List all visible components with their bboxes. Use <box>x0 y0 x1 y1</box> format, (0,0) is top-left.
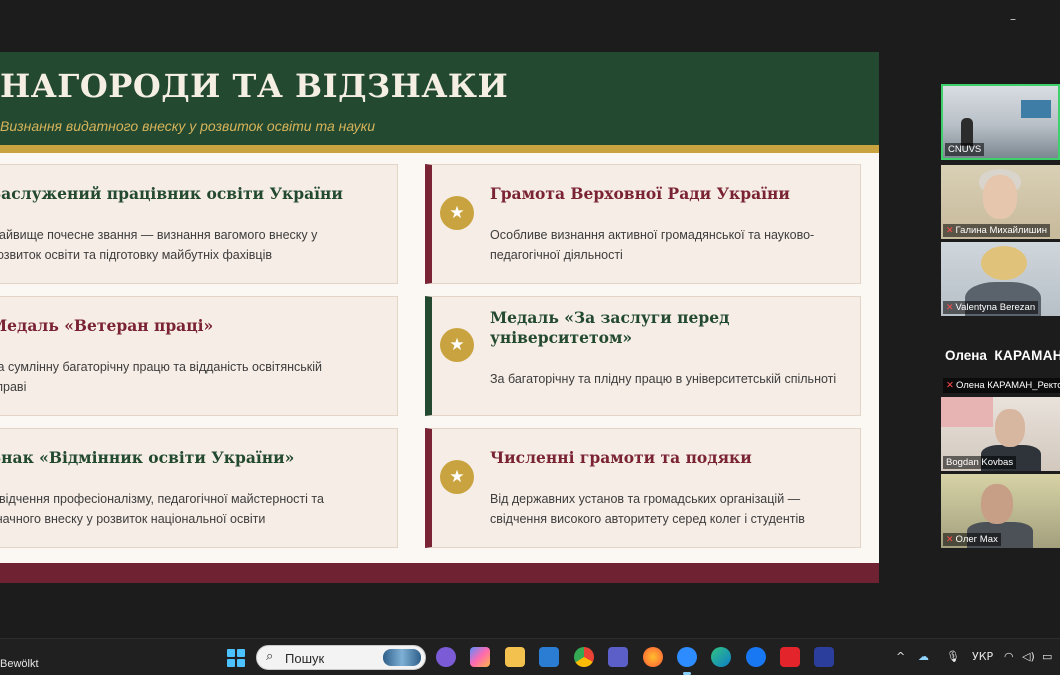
participant-name: ✕ Галина Михайлишин <box>943 224 1050 237</box>
participant-tile-valentyna[interactable]: ✕ Valentyna Berezan <box>941 242 1060 316</box>
award-card-diplomas: ★ Численні грамоти та подяки Від державн… <box>425 428 861 548</box>
onedrive-icon[interactable]: ☁ <box>918 650 929 663</box>
chrome-icon[interactable] <box>574 647 594 667</box>
video-thumbnail <box>981 246 1027 280</box>
speaker-name: Олена КАРАМАН <box>945 348 1060 363</box>
microphone-icon[interactable]: 🎙 <box>946 650 960 663</box>
meeting-app-icon[interactable] <box>814 647 834 667</box>
volume-icon[interactable]: ◁) <box>1022 650 1035 663</box>
participant-name: CNUVS <box>945 143 985 156</box>
star-icon: ★ <box>440 460 474 494</box>
word-icon[interactable] <box>539 647 559 667</box>
star-icon: ★ <box>440 196 474 230</box>
battery-icon[interactable]: ▭ <box>1042 650 1052 663</box>
mic-muted-icon: ✕ <box>946 302 954 312</box>
gold-divider <box>0 145 879 153</box>
edge-icon[interactable] <box>711 647 731 667</box>
mic-muted-icon: ✕ <box>946 225 954 235</box>
award-title: Грамота Верховної Ради України <box>490 184 790 203</box>
video-thumbnail <box>995 409 1025 447</box>
windows-start-icon[interactable] <box>227 649 245 667</box>
video-thumbnail <box>941 397 993 427</box>
award-description: Особливе визнання активної громадянської… <box>490 228 815 262</box>
video-thumbnail <box>981 484 1013 524</box>
search-icon: ⌕ <box>266 649 274 664</box>
participant-tile-oleh[interactable]: ✕ Олег Мах <box>941 474 1060 548</box>
minimize-icon[interactable]: – <box>1010 12 1016 26</box>
zoom-icon[interactable] <box>677 647 697 667</box>
award-title: Медаль «За заслуги перед університетом» <box>490 308 730 347</box>
shared-slide: НАГОРОДИ ТА ВІДЗНАКИ Визнання видатного … <box>0 52 879 583</box>
award-title: Медаль «Ветеран праці» <box>0 316 214 335</box>
mic-muted-icon: ✕ <box>946 380 954 391</box>
teams-icon[interactable] <box>608 647 628 667</box>
participant-tile-speaker[interactable]: ✕ Олена КАРАМАН_Ректор <box>943 378 1060 393</box>
viber-icon[interactable] <box>436 647 456 667</box>
wps-office-icon[interactable] <box>780 647 800 667</box>
video-thumbnail <box>983 175 1017 219</box>
award-title: Заслужений працівник освіти України <box>0 184 343 203</box>
award-card-excellence-badge: ★ Знак «Відмінник освіти України» Свідче… <box>0 428 398 548</box>
award-title: Знак «Відмінник освіти України» <box>0 448 295 467</box>
slide-footer <box>0 563 879 583</box>
award-card-honored-worker: ★ Заслужений працівник освіти України На… <box>0 164 398 284</box>
weather-widget[interactable]: Bewölkt <box>0 658 39 670</box>
wifi-icon[interactable]: ◠ <box>1004 650 1014 663</box>
award-description: Свідчення професіоналізму, педагогічної … <box>0 492 324 526</box>
zoom-window: – НАГОРОДИ ТА ВІДЗНАКИ Визнання видатног… <box>0 0 1060 675</box>
participant-tile-bogdan[interactable]: Bogdan Kovbas <box>941 397 1060 471</box>
video-thumbnail <box>1021 100 1051 118</box>
slide-header: НАГОРОДИ ТА ВІДЗНАКИ Визнання видатного … <box>0 52 879 145</box>
participant-name: Bogdan Kovbas <box>943 456 1017 469</box>
participant-name: ✕ Valentyna Berezan <box>943 301 1039 314</box>
star-icon: ★ <box>440 328 474 362</box>
award-description: За багаторічну та плідну працю в універс… <box>490 372 837 386</box>
participant-name: ✕ Олег Мах <box>943 533 1001 546</box>
award-card-university-merit: ★ Медаль «За заслуги перед університетом… <box>425 296 861 416</box>
taskbar-search[interactable]: ⌕ Пошук <box>256 645 426 670</box>
search-placeholder: Пошук <box>285 651 325 666</box>
tray-overflow-icon[interactable]: ^ <box>896 650 905 663</box>
award-title: Численні грамоти та подяки <box>490 448 752 467</box>
firefox-icon[interactable] <box>643 647 663 667</box>
video-thumbnail <box>961 118 973 146</box>
taskbar: Bewölkt ⌕ Пошук ^ ☁ 🎙 УКР ◠ ◁) ▭ <box>0 638 1060 675</box>
award-description: Від державних установ та громадських орг… <box>490 492 805 526</box>
slide-subtitle: Визнання видатного внеску у розвиток осв… <box>0 118 376 134</box>
slide-title: НАГОРОДИ ТА ВІДЗНАКИ <box>0 67 509 105</box>
award-description: За сумлінну багаторічну працю та віддані… <box>0 360 323 394</box>
award-description: Найвище почесне звання — визнання вагомо… <box>0 228 318 262</box>
award-card-labor-veteran: ★ Медаль «Ветеран праці» За сумлінну баг… <box>0 296 398 416</box>
facebook-icon[interactable] <box>746 647 766 667</box>
search-highlight-image <box>383 649 421 666</box>
award-card-verkhovna-rada: ★ Грамота Верховної Ради України Особлив… <box>425 164 861 284</box>
participant-tile-cnuvs[interactable]: CNUVS <box>941 84 1060 160</box>
file-explorer-icon[interactable] <box>505 647 525 667</box>
copilot-icon[interactable] <box>470 647 490 667</box>
keyboard-language[interactable]: УКР <box>972 650 993 663</box>
participant-tile-halyna[interactable]: ✕ Галина Михайлишин <box>941 165 1060 239</box>
mic-muted-icon: ✕ <box>946 534 954 544</box>
